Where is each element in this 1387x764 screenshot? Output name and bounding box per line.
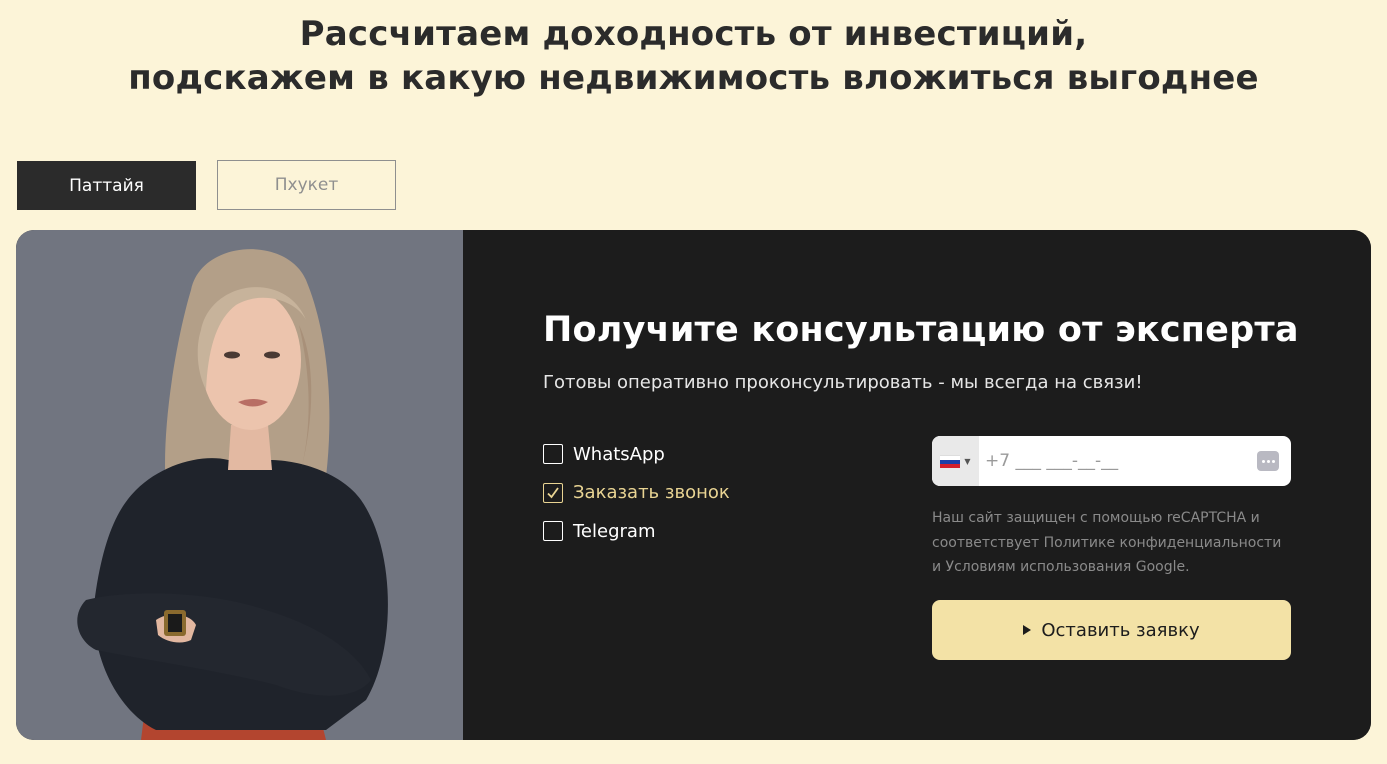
autofill-dots-icon[interactable]	[1257, 451, 1279, 471]
headline-line-1: Рассчитаем доходность от инвестиций,	[299, 14, 1088, 54]
option-telegram-label: Telegram	[573, 520, 656, 542]
checkbox-telegram[interactable]	[543, 521, 563, 542]
checkbox-call[interactable]	[543, 482, 563, 503]
expert-photo	[16, 230, 463, 740]
tab-pattaya[interactable]: Паттайя	[17, 161, 196, 210]
play-icon	[1023, 625, 1032, 635]
phone-input[interactable]	[979, 451, 1257, 471]
checkmark-icon	[547, 487, 559, 499]
option-whatsapp[interactable]: WhatsApp	[543, 435, 730, 474]
phone-field: ▼	[932, 436, 1291, 486]
consultation-card: Получите консультацию от эксперта Готовы…	[16, 230, 1371, 740]
page-headline: Рассчитаем доходность от инвестиций, под…	[0, 12, 1387, 100]
recaptcha-note: Наш сайт защищен с помощью reCAPTCHA и с…	[932, 510, 1282, 575]
chevron-down-icon: ▼	[964, 456, 971, 466]
tab-phuket[interactable]: Пхукет	[217, 160, 396, 210]
headline-line-2: подскажем в какую недвижимость вложиться…	[128, 58, 1259, 98]
form-title: Получите консультацию от эксперта	[543, 310, 1299, 350]
option-call-label: Заказать звонок	[573, 482, 730, 504]
contact-method-options: WhatsApp Заказать звонок Telegram	[543, 435, 730, 551]
option-call[interactable]: Заказать звонок	[543, 474, 730, 513]
russia-flag-icon	[940, 454, 961, 468]
submit-button-label: Оставить заявку	[1041, 619, 1200, 641]
checkbox-whatsapp[interactable]	[543, 444, 563, 465]
form-subtitle: Готовы оперативно проконсультировать - м…	[543, 372, 1143, 393]
country-code-select[interactable]: ▼	[932, 436, 979, 486]
expert-portrait-illustration	[77, 249, 388, 740]
option-telegram[interactable]: Telegram	[543, 512, 730, 551]
option-whatsapp-label: WhatsApp	[573, 443, 665, 465]
city-tabs: Паттайя Пхукет	[17, 160, 396, 210]
submit-button[interactable]: Оставить заявку	[932, 600, 1291, 660]
form-panel: Получите консультацию от эксперта Готовы…	[463, 230, 1371, 740]
